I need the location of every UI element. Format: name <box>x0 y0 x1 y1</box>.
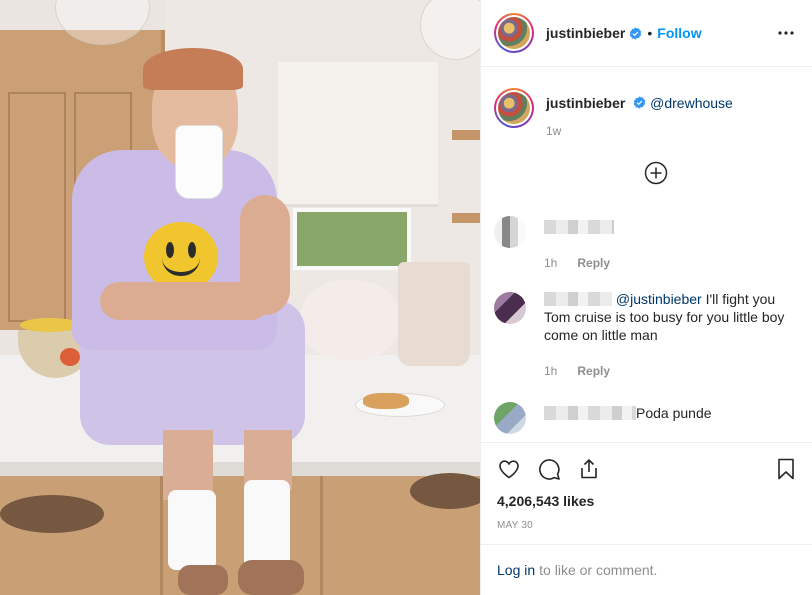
reply-button[interactable]: Reply <box>577 256 610 270</box>
bookmark-icon[interactable] <box>774 457 798 481</box>
plus-circle-icon[interactable] <box>644 161 668 185</box>
comment-item: 1h Reply <box>481 214 812 272</box>
comments-section[interactable]: justinbieber @drewhouse 1w 1h Reply @jus… <box>481 68 812 442</box>
more-options-icon[interactable] <box>774 21 798 45</box>
verified-badge-icon <box>630 26 642 40</box>
login-prompt-text: to like or comment. <box>539 562 658 578</box>
login-prompt: Log in to like or comment. <box>481 544 812 595</box>
post-date[interactable]: MAY 30 <box>497 520 798 531</box>
likes-count[interactable]: 4,206,543 likes <box>497 493 798 509</box>
caption-username[interactable]: justinbieber <box>546 95 625 111</box>
author-username[interactable]: justinbieber <box>546 25 625 41</box>
caption-avatar[interactable] <box>494 88 534 128</box>
post-header: justinbieber • Follow <box>481 0 812 67</box>
caption-timestamp[interactable]: 1w <box>546 124 733 138</box>
comment-text-line3: come on little man <box>544 327 658 343</box>
post-sidebar: justinbieber • Follow justinbieber @drew… <box>480 0 812 595</box>
comment-text: Poda punde <box>636 405 712 421</box>
comment-text-line2: Tom cruise is too busy for you little bo… <box>544 309 785 325</box>
commenter-avatar[interactable] <box>494 402 526 434</box>
commenter-username-pixelated[interactable] <box>544 292 612 306</box>
login-link[interactable]: Log in <box>497 562 535 578</box>
post-caption: justinbieber @drewhouse 1w <box>481 68 812 138</box>
verified-badge-icon <box>633 96 646 109</box>
commenter-username-pixelated[interactable] <box>544 406 636 420</box>
commenter-avatar[interactable] <box>494 216 526 248</box>
post-photo[interactable] <box>0 0 480 595</box>
commenter-avatar[interactable] <box>494 292 526 324</box>
header-separator: • <box>647 25 653 41</box>
comment-item: Poda punde <box>481 400 812 434</box>
post-actions: 4,206,543 likes MAY 30 <box>481 442 812 531</box>
commenter-username-pixelated[interactable] <box>544 220 614 234</box>
comment-item: @justinbieber I'll fight you Tom cruise … <box>481 290 812 380</box>
comment-time[interactable]: 1h <box>544 256 557 270</box>
heart-icon[interactable] <box>497 457 521 481</box>
comment-text: I'll fight you <box>701 291 776 307</box>
reply-button[interactable]: Reply <box>577 364 610 378</box>
author-avatar[interactable] <box>494 13 534 53</box>
comment-mention-link[interactable]: @justinbieber <box>616 291 702 307</box>
caption-mention-link[interactable]: @drewhouse <box>650 95 733 111</box>
follow-button[interactable]: Follow <box>657 25 701 41</box>
comment-time[interactable]: 1h <box>544 364 557 378</box>
comment-icon[interactable] <box>537 457 561 481</box>
instagram-post: justinbieber • Follow justinbieber @drew… <box>0 0 812 595</box>
share-icon[interactable] <box>577 457 601 481</box>
